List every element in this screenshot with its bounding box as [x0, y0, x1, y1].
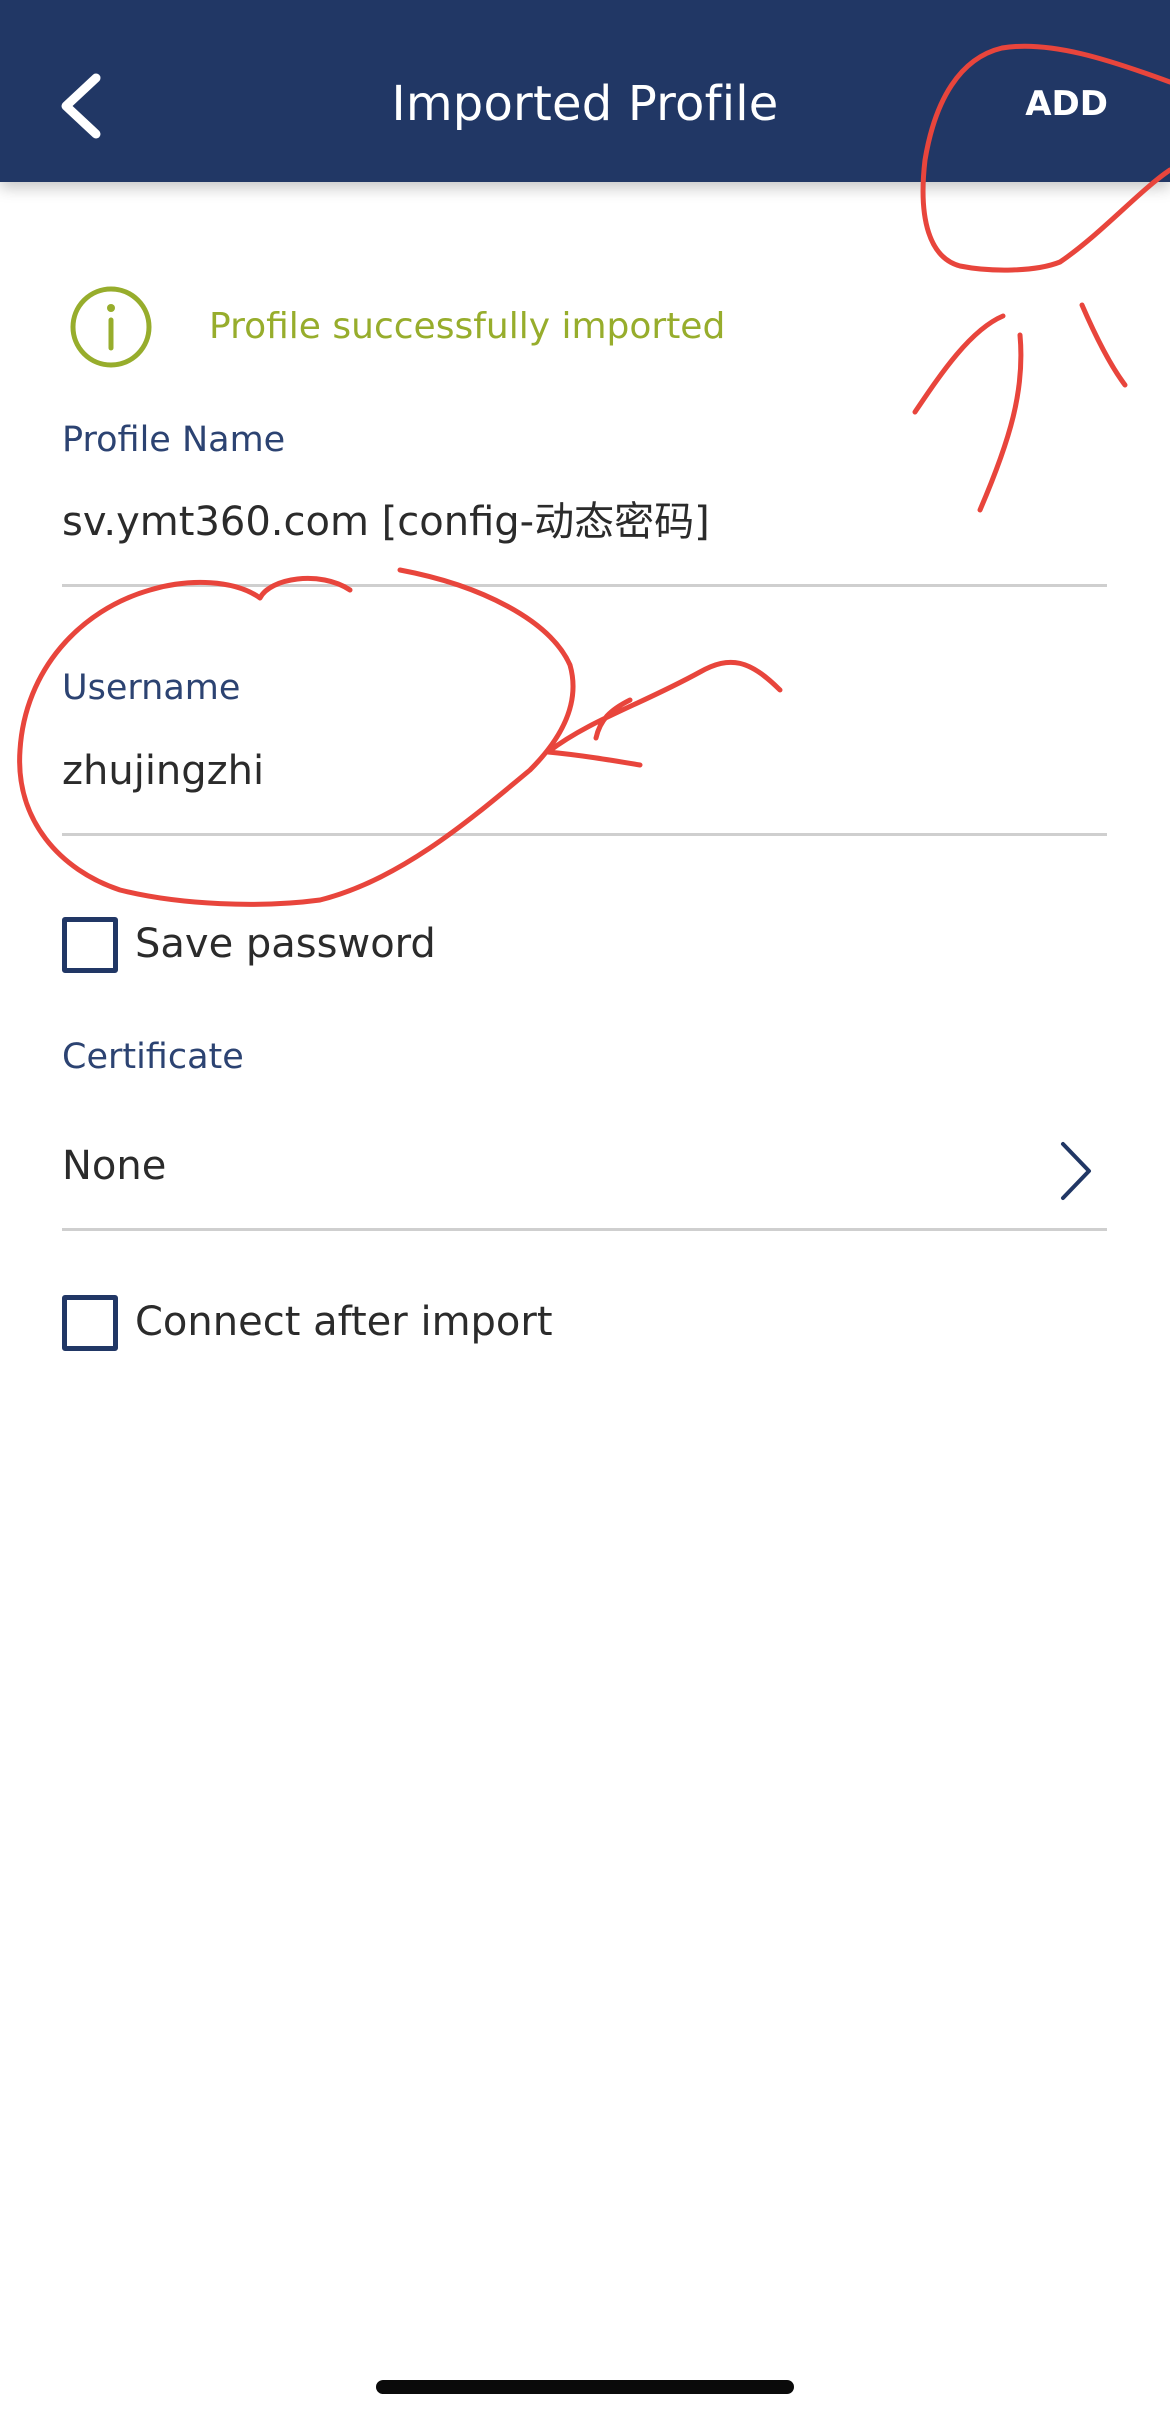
annotation-ray-right — [1079, 302, 1128, 388]
profile-name-underline — [62, 584, 1107, 587]
annotation-circle-username — [17, 567, 576, 907]
status-message: Profile successfully imported — [209, 306, 726, 347]
add-button[interactable]: ADD — [1025, 82, 1108, 126]
page-title: Imported Profile — [391, 76, 779, 132]
profile-name-label: Profile Name — [62, 420, 286, 460]
save-password-checkbox[interactable] — [62, 917, 118, 973]
profile-name-field[interactable]: sv.ymt360.com [config-动态密码] — [62, 496, 710, 548]
info-circle-icon — [68, 284, 154, 370]
certificate-value[interactable]: None — [62, 1140, 166, 1192]
username-underline — [62, 833, 1107, 836]
connect-after-import-checkbox[interactable] — [62, 1295, 118, 1351]
navigation-bar: Imported Profile ADD — [0, 0, 1170, 182]
annotation-arrow-username — [545, 659, 783, 768]
chevron-right-icon[interactable] — [1055, 1140, 1095, 1202]
username-label: Username — [62, 668, 241, 708]
connect-after-import-label[interactable]: Connect after import — [135, 1296, 553, 1348]
certificate-underline — [62, 1228, 1107, 1231]
username-field[interactable]: zhujingzhi — [62, 745, 264, 797]
save-password-label[interactable]: Save password — [135, 918, 436, 970]
home-indicator — [376, 2380, 794, 2394]
import-status: Profile successfully imported — [68, 284, 1068, 370]
certificate-label: Certificate — [62, 1037, 244, 1077]
